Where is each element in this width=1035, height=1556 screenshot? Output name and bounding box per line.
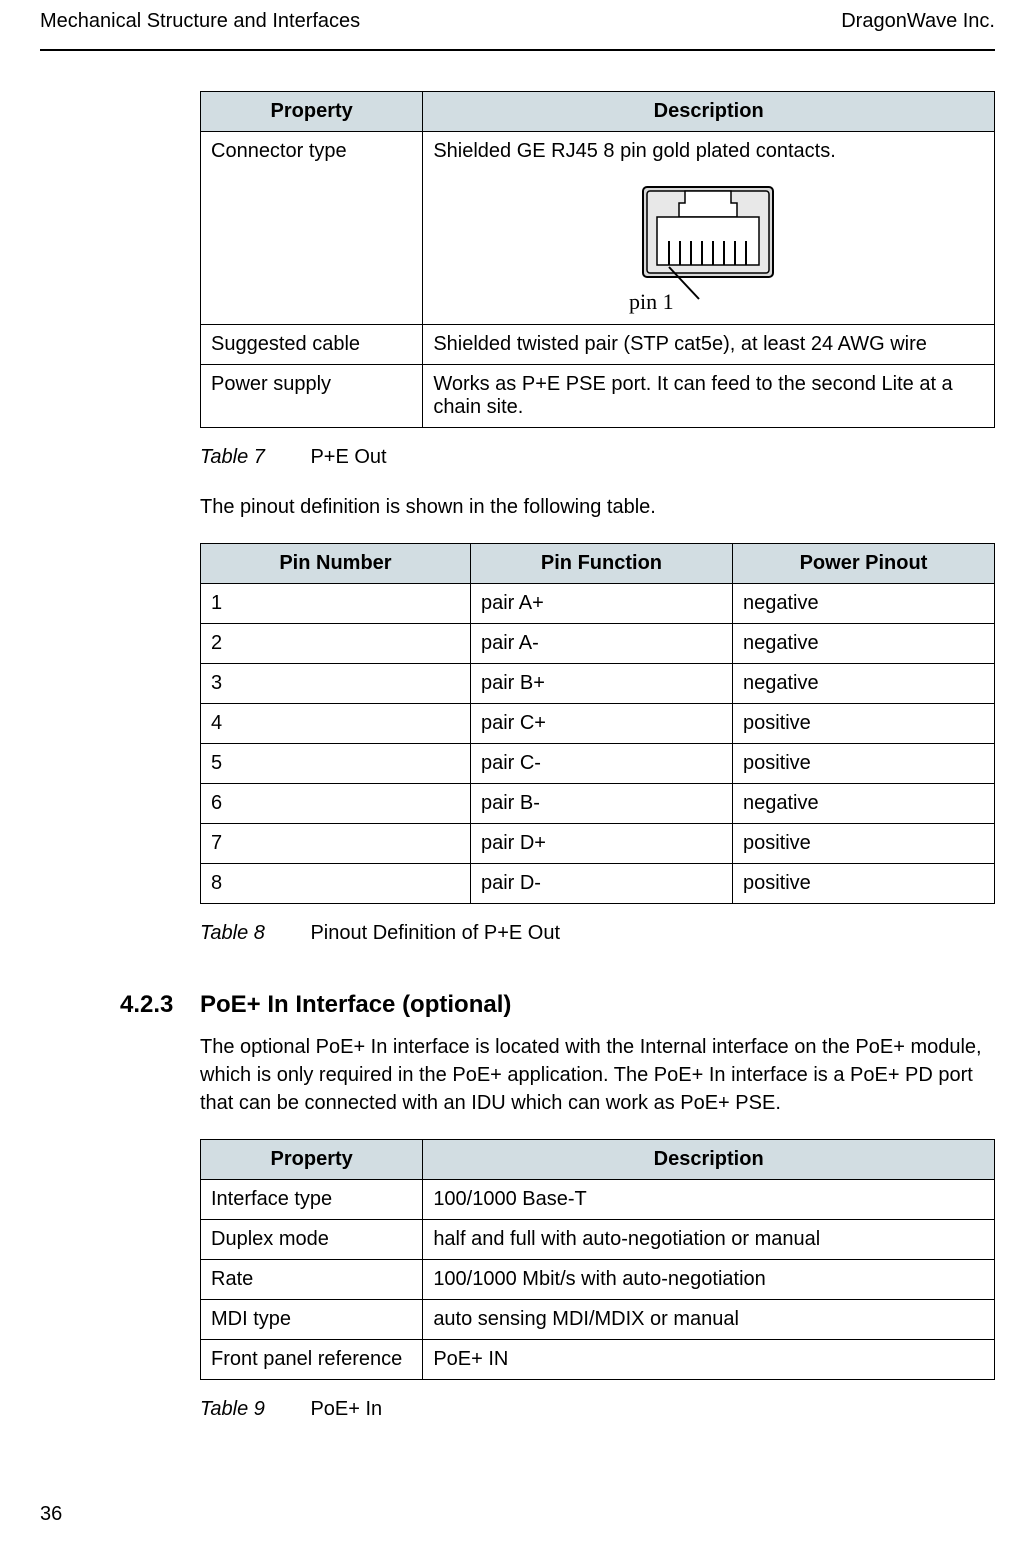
table-row: Front panel reference PoE+ IN	[201, 1340, 995, 1380]
cell-pin-function: pair C+	[470, 704, 732, 744]
table-header-row: Property Description	[201, 1140, 995, 1180]
cell-pin-number: 5	[201, 744, 471, 784]
cell-property: Interface type	[201, 1180, 423, 1220]
table-row: 5 pair C- positive	[201, 744, 995, 784]
table-row: MDI type auto sensing MDI/MDIX or manual	[201, 1300, 995, 1340]
cell-power-pinout: negative	[732, 624, 994, 664]
cell-property: Rate	[201, 1260, 423, 1300]
cell-pin-function: pair D-	[470, 864, 732, 904]
th-description: Description	[423, 92, 995, 132]
table7-caption: Table 7 P+E Out	[200, 446, 995, 469]
cell-power-pinout: positive	[732, 704, 994, 744]
th-description: Description	[423, 1140, 995, 1180]
cell-description: Shielded twisted pair (STP cat5e), at le…	[423, 325, 995, 365]
pin1-label: pin 1	[629, 289, 674, 314]
running-header: Mechanical Structure and Interfaces Drag…	[40, 0, 995, 51]
cell-pin-function: pair C-	[470, 744, 732, 784]
table-row: 2 pair A- negative	[201, 624, 995, 664]
th-property: Property	[201, 92, 423, 132]
cell-property: Connector type	[201, 132, 423, 325]
table-row: 8 pair D- positive	[201, 864, 995, 904]
cell-power-pinout: positive	[732, 864, 994, 904]
cell-pin-number: 4	[201, 704, 471, 744]
cell-pin-number: 6	[201, 784, 471, 824]
th-property: Property	[201, 1140, 423, 1180]
cell-pin-function: pair B+	[470, 664, 732, 704]
table9-caption: Table 9 PoE+ In	[200, 1398, 995, 1421]
table-pinout-definition: Pin Number Pin Function Power Pinout 1 p…	[200, 543, 995, 904]
header-left: Mechanical Structure and Interfaces	[40, 10, 360, 33]
cell-pin-number: 3	[201, 664, 471, 704]
rj45-connector-figure: pin 1	[433, 181, 984, 316]
table9-caption-text: PoE+ In	[310, 1398, 382, 1420]
table-row: 6 pair B- negative	[201, 784, 995, 824]
th-power-pinout: Power Pinout	[732, 544, 994, 584]
table9-caption-label: Table 9	[200, 1398, 265, 1420]
table8-caption: Table 8 Pinout Definition of P+E Out	[200, 922, 995, 945]
cell-description: 100/1000 Mbit/s with auto-negotiation	[423, 1260, 995, 1300]
table-header-row: Pin Number Pin Function Power Pinout	[201, 544, 995, 584]
table8-caption-label: Table 8	[200, 922, 265, 944]
table-row: Duplex mode half and full with auto-nego…	[201, 1220, 995, 1260]
cell-property: Power supply	[201, 365, 423, 428]
table-poe-in-properties: Property Description Interface type 100/…	[200, 1139, 995, 1380]
cell-power-pinout: positive	[732, 824, 994, 864]
cell-description: half and full with auto-negotiation or m…	[423, 1220, 995, 1260]
cell-pin-function: pair A+	[470, 584, 732, 624]
cell-pin-function: pair A-	[470, 624, 732, 664]
table-pe-out-properties: Property Description Connector type Shie…	[200, 91, 995, 428]
cell-pin-number: 2	[201, 624, 471, 664]
cell-pin-number: 1	[201, 584, 471, 624]
cell-property: MDI type	[201, 1300, 423, 1340]
cell-pin-function: pair D+	[470, 824, 732, 864]
cell-pin-function: pair B-	[470, 784, 732, 824]
cell-description: Works as P+E PSE port. It can feed to th…	[423, 365, 995, 428]
cell-power-pinout: negative	[732, 664, 994, 704]
cell-description-text: Shielded GE RJ45 8 pin gold plated conta…	[433, 140, 835, 162]
header-right: DragonWave Inc.	[841, 10, 995, 33]
section-heading: 4.2.3 PoE+ In Interface (optional)	[120, 991, 995, 1019]
table-row: Interface type 100/1000 Base-T	[201, 1180, 995, 1220]
table-header-row: Property Description	[201, 92, 995, 132]
cell-power-pinout: negative	[732, 784, 994, 824]
cell-description: auto sensing MDI/MDIX or manual	[423, 1300, 995, 1340]
table7-caption-text: P+E Out	[310, 446, 386, 468]
table-row: 4 pair C+ positive	[201, 704, 995, 744]
cell-pin-number: 7	[201, 824, 471, 864]
th-pin-function: Pin Function	[470, 544, 732, 584]
cell-pin-number: 8	[201, 864, 471, 904]
section-body: The optional PoE+ In interface is locate…	[200, 1033, 995, 1117]
table-row: Rate 100/1000 Mbit/s with auto-negotiati…	[201, 1260, 995, 1300]
table7-caption-label: Table 7	[200, 446, 265, 468]
table-row: 3 pair B+ negative	[201, 664, 995, 704]
cell-property: Duplex mode	[201, 1220, 423, 1260]
section-number: 4.2.3	[120, 991, 200, 1019]
table8-caption-text: Pinout Definition of P+E Out	[310, 922, 560, 944]
rj45-connector-icon: pin 1	[629, 181, 789, 316]
table-row: Power supply Works as P+E PSE port. It c…	[201, 365, 995, 428]
cell-description: 100/1000 Base-T	[423, 1180, 995, 1220]
cell-property: Suggested cable	[201, 325, 423, 365]
th-pin-number: Pin Number	[201, 544, 471, 584]
table-row: Suggested cable Shielded twisted pair (S…	[201, 325, 995, 365]
page-number: 36	[40, 1503, 62, 1526]
cell-property: Front panel reference	[201, 1340, 423, 1380]
table-row: Connector type Shielded GE RJ45 8 pin go…	[201, 132, 995, 325]
cell-power-pinout: negative	[732, 584, 994, 624]
pinout-intro-text: The pinout definition is shown in the fo…	[200, 493, 995, 521]
cell-power-pinout: positive	[732, 744, 994, 784]
cell-description: PoE+ IN	[423, 1340, 995, 1380]
cell-description: Shielded GE RJ45 8 pin gold plated conta…	[423, 132, 995, 325]
table-row: 7 pair D+ positive	[201, 824, 995, 864]
table-row: 1 pair A+ negative	[201, 584, 995, 624]
section-title: PoE+ In Interface (optional)	[200, 991, 511, 1019]
